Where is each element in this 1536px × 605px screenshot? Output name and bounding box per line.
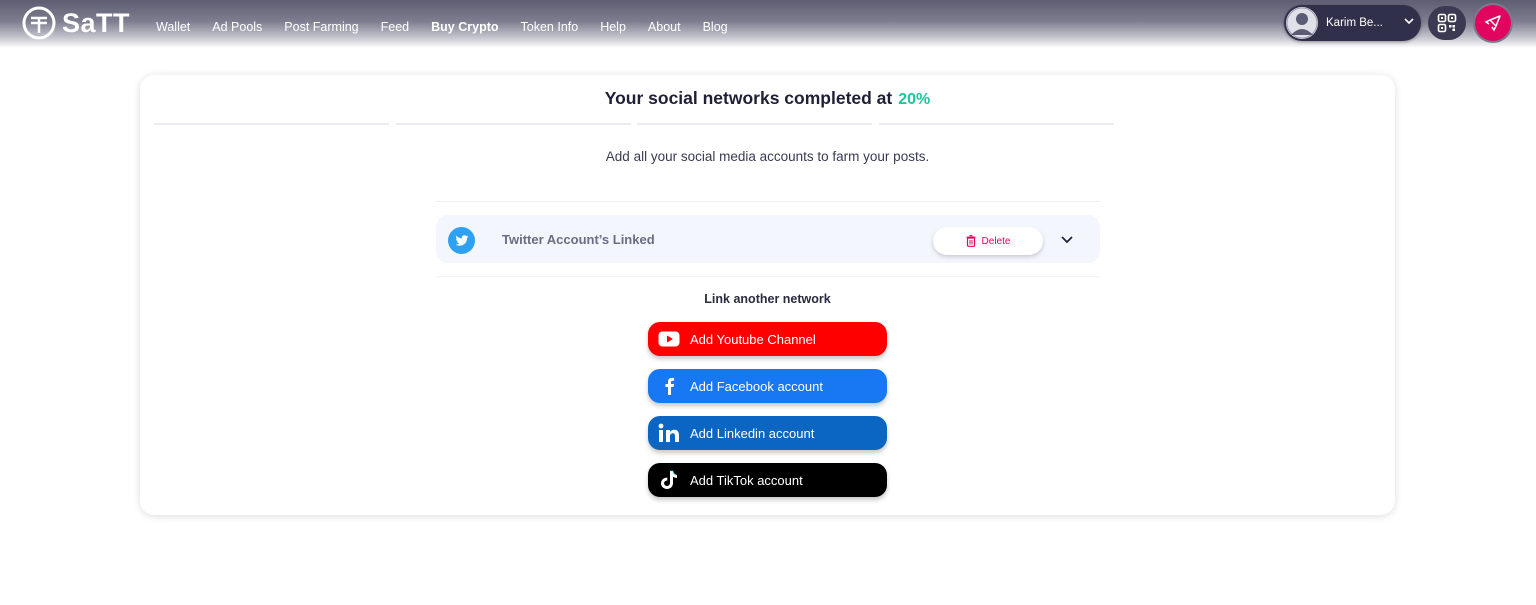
add-linkedin-label: Add Linkedin account [690,425,815,441]
trash-icon [966,235,976,247]
user-avatar-icon [1286,7,1318,39]
delete-button-label: Delete [981,235,1011,247]
youtube-icon [652,322,686,356]
nav-feed[interactable]: Feed [381,20,410,34]
twitter-icon [448,227,475,254]
completion-percent: 20% [898,91,931,108]
add-tiktok-label: Add TikTok account [690,472,803,488]
satt-logo-icon [22,6,56,40]
subtitle: Add all your social media accounts to fa… [605,149,930,164]
twitter-linked-label: Twitter Account’s Linked [502,232,655,247]
nav-about[interactable]: About [648,20,681,34]
delete-button[interactable]: Delete [933,227,1043,255]
nav-post-farming[interactable]: Post Farming [284,20,358,34]
chevron-down-icon[interactable] [1060,234,1074,246]
logo-text: SaTT [62,7,131,38]
nav-wallet[interactable]: Wallet [156,20,190,34]
divider [436,276,1100,277]
chevron-down-icon [1404,18,1414,25]
nav-blog[interactable]: Blog [703,20,728,34]
nav-token-info[interactable]: Token Info [521,20,579,34]
main-nav: Wallet Ad Pools Post Farming Feed Buy Cr… [156,20,750,34]
progress-segment-4 [879,123,1114,125]
progress-segment-2 [396,123,631,125]
nav-help[interactable]: Help [600,20,626,34]
add-linkedin-button[interactable]: Add Linkedin account [648,416,887,450]
user-menu-button[interactable]: Karim Be... [1284,5,1421,41]
progress-segment-3 [637,123,872,125]
qr-code-button[interactable] [1428,6,1466,40]
satt-logo[interactable]: SaTT [22,6,130,40]
link-another-network-title: Link another network [704,292,831,306]
launch-campaign-button[interactable] [1475,5,1511,41]
top-navigation-bar: SaTT Wallet Ad Pools Post Farming Feed B… [0,0,1536,48]
rocket-icon [1484,15,1501,32]
add-youtube-button[interactable]: Add Youtube Channel [648,322,887,356]
add-youtube-label: Add Youtube Channel [690,331,816,347]
social-networks-card: Your social networks completed at 20% Add… [140,75,1395,515]
page-title: Your social networks completed at 20% [140,88,1395,109]
add-facebook-label: Add Facebook account [690,378,823,394]
add-facebook-button[interactable]: Add Facebook account [648,369,887,403]
qr-code-icon [1437,13,1457,33]
divider [436,201,1100,202]
add-tiktok-button[interactable]: Add TikTok account [648,463,887,497]
completion-headline: Your social networks completed at [604,88,893,108]
user-name: Karim Be... [1326,17,1383,29]
facebook-icon [652,369,686,403]
twitter-linked-row: Twitter Account’s Linked Delete [436,215,1100,263]
nav-buy-crypto[interactable]: Buy Crypto [431,20,498,34]
nav-ad-pools[interactable]: Ad Pools [212,20,262,34]
progress-segment-1 [154,123,389,125]
tiktok-icon [652,463,686,497]
linkedin-icon [652,416,686,450]
